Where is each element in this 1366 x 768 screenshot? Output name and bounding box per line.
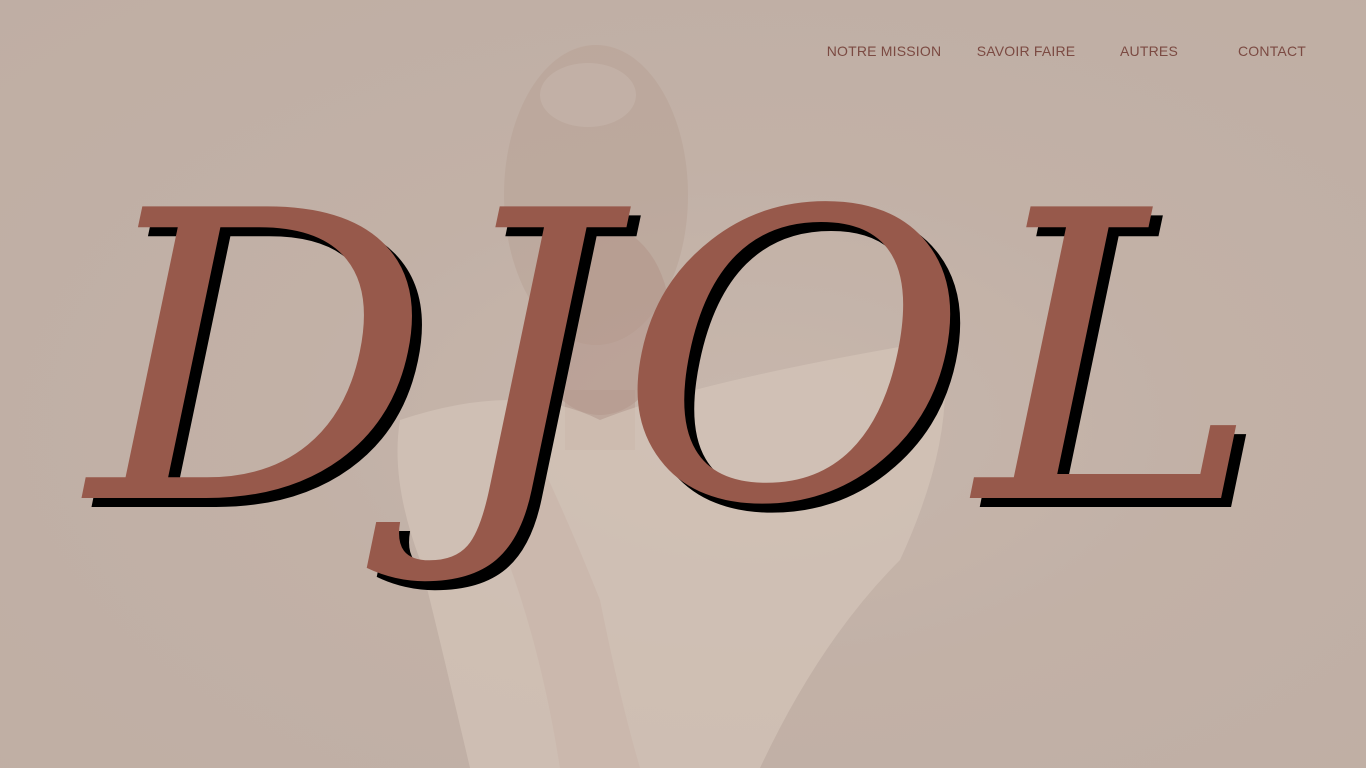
nav-item-contact[interactable]: CONTACT [1233, 40, 1311, 62]
main-nav: NOTRE MISSION SAVOIR FAIRE AUTRES CONTAC… [0, 40, 1366, 64]
nav-item-savoir-faire[interactable]: SAVOIR FAIRE [976, 40, 1076, 62]
nav-item-autres[interactable]: AUTRES [1113, 40, 1185, 62]
hero-section: DJOL DJOL NOTRE MISSION SAVOIR FAIRE AUT… [0, 0, 1366, 768]
hero-background-photo [0, 0, 1366, 768]
nav-item-notre-mission[interactable]: NOTRE MISSION [826, 40, 942, 62]
